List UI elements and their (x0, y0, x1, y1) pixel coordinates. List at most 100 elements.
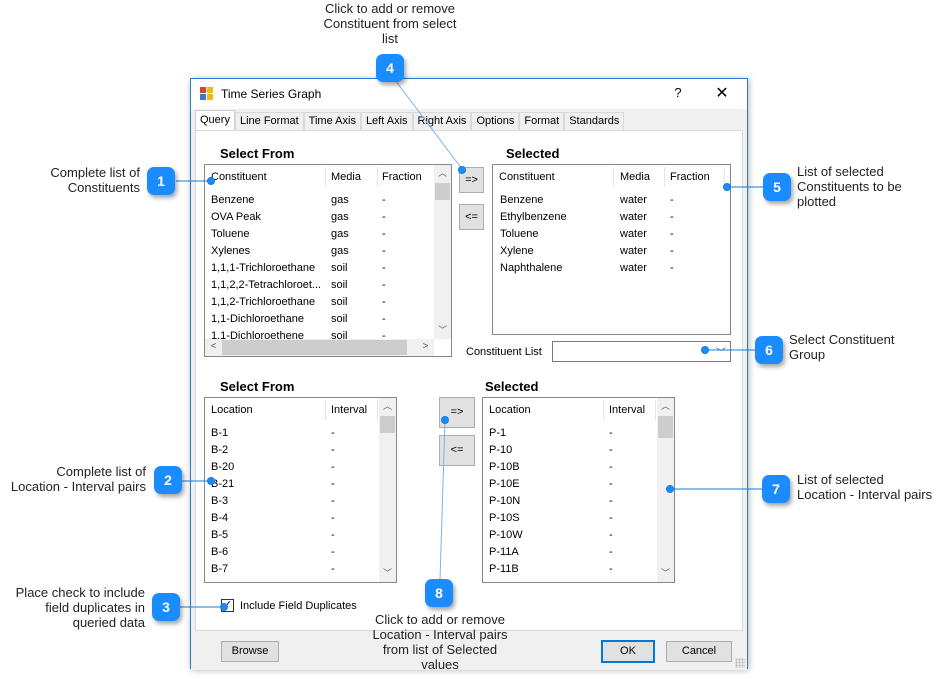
location-row[interactable]: B-20 - (205, 460, 396, 477)
constituent-row[interactable]: 1,1-Dichloroethane soil - (205, 312, 451, 329)
selected-constituent-row[interactable]: Ethylbenzene water - (493, 210, 730, 227)
scroll-thumb[interactable] (380, 416, 395, 433)
location-available-list[interactable]: Location Interval B-1 - B-2 - B-20 - B-21 - B-3 -… (204, 397, 397, 583)
selected-location-row[interactable]: P-10 - (483, 443, 674, 460)
annotation-line: Select Constituent (789, 332, 895, 347)
tab-query[interactable]: Query (195, 110, 235, 131)
cancel-button[interactable]: Cancel (666, 641, 732, 662)
tab-left-axis[interactable]: Left Axis (360, 112, 413, 131)
location-row[interactable]: B-2 - (205, 443, 396, 460)
location-row[interactable]: B-6 - (205, 545, 396, 562)
tab-standards[interactable]: Standards (564, 112, 625, 131)
include-field-duplicates-checkbox[interactable]: ✓ (221, 599, 234, 612)
list-cell: B-5 (211, 529, 229, 541)
help-button[interactable]: ? (663, 85, 693, 105)
scroll-down-icon[interactable]: ﹀ (434, 322, 451, 339)
close-button[interactable]: ✕ (706, 83, 738, 105)
vertical-scrollbar[interactable]: ︿ ﹀ (657, 398, 674, 582)
list-cell: soil (331, 313, 348, 325)
list-cell: soil (331, 296, 348, 308)
selected-location-row[interactable]: P-10E - (483, 477, 674, 494)
list-cell: - (382, 194, 386, 206)
column-header-media[interactable]: Media (620, 171, 650, 183)
selected-constituent-row[interactable]: Benzene water - (493, 193, 730, 210)
location-row[interactable]: B-3 - (205, 494, 396, 511)
scroll-down-icon[interactable]: ﹀ (379, 565, 396, 582)
scroll-up-icon[interactable]: ︿ (434, 165, 451, 182)
selected-location-row[interactable]: P-11B - (483, 562, 674, 579)
selected-constituent-row[interactable]: Xylene water - (493, 244, 730, 261)
list-cell: - (609, 444, 613, 456)
tab-options[interactable]: Options (471, 112, 520, 131)
selected-location-row[interactable]: P-11A - (483, 545, 674, 562)
resize-grip-icon[interactable] (735, 658, 745, 668)
scroll-up-icon[interactable]: ︿ (657, 398, 674, 415)
scroll-thumb[interactable] (222, 340, 407, 355)
selected-location-row[interactable]: P-1 - (483, 426, 674, 443)
location-selected-list[interactable]: Location Interval P-1- P-10- P-10B - P-10E - P… (482, 397, 675, 583)
constituent-selected-list[interactable]: Constituent Media Fraction Benzene water -… (492, 164, 731, 335)
list-cell: - (331, 444, 335, 456)
scroll-up-icon[interactable]: ︿ (379, 398, 396, 415)
tab-line-format[interactable]: Line Format (234, 112, 304, 131)
location-row[interactable]: B-5 - (205, 528, 396, 545)
include-field-duplicates-label[interactable]: Include Field Duplicates (240, 600, 357, 612)
horizontal-scrollbar[interactable]: < > (205, 339, 434, 356)
constituent-row[interactable]: 1,1,2-Trichloroethane soil - (205, 295, 451, 312)
annotation-badge-6: 6 (755, 336, 783, 364)
column-header-location[interactable]: Location (211, 404, 253, 416)
selected-location-row[interactable]: P-10B - (483, 460, 674, 477)
constituent-row[interactable]: Toluene gas - (205, 227, 451, 244)
vertical-scrollbar[interactable]: ︿ ﹀ (434, 165, 451, 339)
annotation-badge-4: 4 (376, 54, 404, 82)
tab-right-axis[interactable]: Right Axis (412, 112, 472, 131)
list-cell: B-4 (211, 512, 229, 524)
remove-constituent-button[interactable]: <= (459, 204, 484, 230)
location-row[interactable]: B-4 - (205, 511, 396, 528)
list-cell: B-7 (211, 563, 229, 575)
list-cell: gas (331, 194, 349, 206)
tab-format[interactable]: Format (519, 112, 565, 131)
location-row[interactable]: B-7 - (205, 562, 396, 579)
constituent-row[interactable]: Benzene gas - (205, 193, 451, 210)
remove-location-button[interactable]: <= (439, 435, 475, 466)
constituent-row[interactable]: 1,1,1-Trichloroethane soil - (205, 261, 451, 278)
tab-strip: Query Line Format Time Axis Left Axis Ri… (195, 110, 625, 131)
column-header-constituent[interactable]: Constituent (499, 171, 555, 183)
title-bar[interactable]: Time Series Graph ? ✕ (191, 79, 747, 109)
add-location-button[interactable]: => (439, 397, 475, 428)
selected-constituent-row[interactable]: Naphthalene water - (493, 261, 730, 278)
column-header-fraction[interactable]: Fraction (670, 171, 710, 183)
column-header-media[interactable]: Media (331, 171, 361, 183)
tab-time-axis[interactable]: Time Axis (303, 112, 361, 131)
constituent-row[interactable]: Xylenes gas - (205, 244, 451, 261)
column-header-location[interactable]: Location (489, 404, 531, 416)
vertical-scrollbar[interactable]: ︿ ﹀ (379, 398, 396, 582)
column-header-interval[interactable]: Interval (609, 404, 645, 416)
add-constituent-button[interactable]: => (459, 167, 484, 193)
selected-constituent-row[interactable]: Toluene water - (493, 227, 730, 244)
column-separator (377, 400, 378, 420)
constituent-row[interactable]: OVA Peak gas - (205, 210, 451, 227)
constituent-row[interactable]: 1,1,2,2-Tetrachloroet... soil - (205, 278, 451, 295)
column-header-interval[interactable]: Interval (331, 404, 367, 416)
list-header: Constituent Media Fraction (493, 165, 730, 189)
column-header-fraction[interactable]: Fraction (382, 171, 422, 183)
scroll-down-icon[interactable]: ﹀ (657, 565, 674, 582)
selected-location-row[interactable]: P-10W - (483, 528, 674, 545)
constituent-list-dropdown[interactable]: ﹀ (552, 341, 731, 362)
browse-button[interactable]: Browse (221, 641, 279, 662)
constituent-available-list[interactable]: Constituent Media Fraction Benzene gas - OV… (204, 164, 452, 357)
scroll-right-icon[interactable]: > (417, 339, 434, 356)
annotation-badge-8: 8 (425, 579, 453, 607)
scroll-thumb[interactable] (658, 416, 673, 438)
location-row[interactable]: B-1 - (205, 426, 396, 443)
scroll-left-icon[interactable]: < (205, 339, 222, 356)
list-cell: - (382, 245, 386, 257)
location-row[interactable]: B-21 - (205, 477, 396, 494)
selected-location-row[interactable]: P-10N - (483, 494, 674, 511)
selected-location-row[interactable]: P-10S - (483, 511, 674, 528)
column-header-constituent[interactable]: Constituent (211, 171, 267, 183)
scroll-thumb[interactable] (435, 183, 450, 200)
ok-button[interactable]: OK (601, 640, 655, 663)
